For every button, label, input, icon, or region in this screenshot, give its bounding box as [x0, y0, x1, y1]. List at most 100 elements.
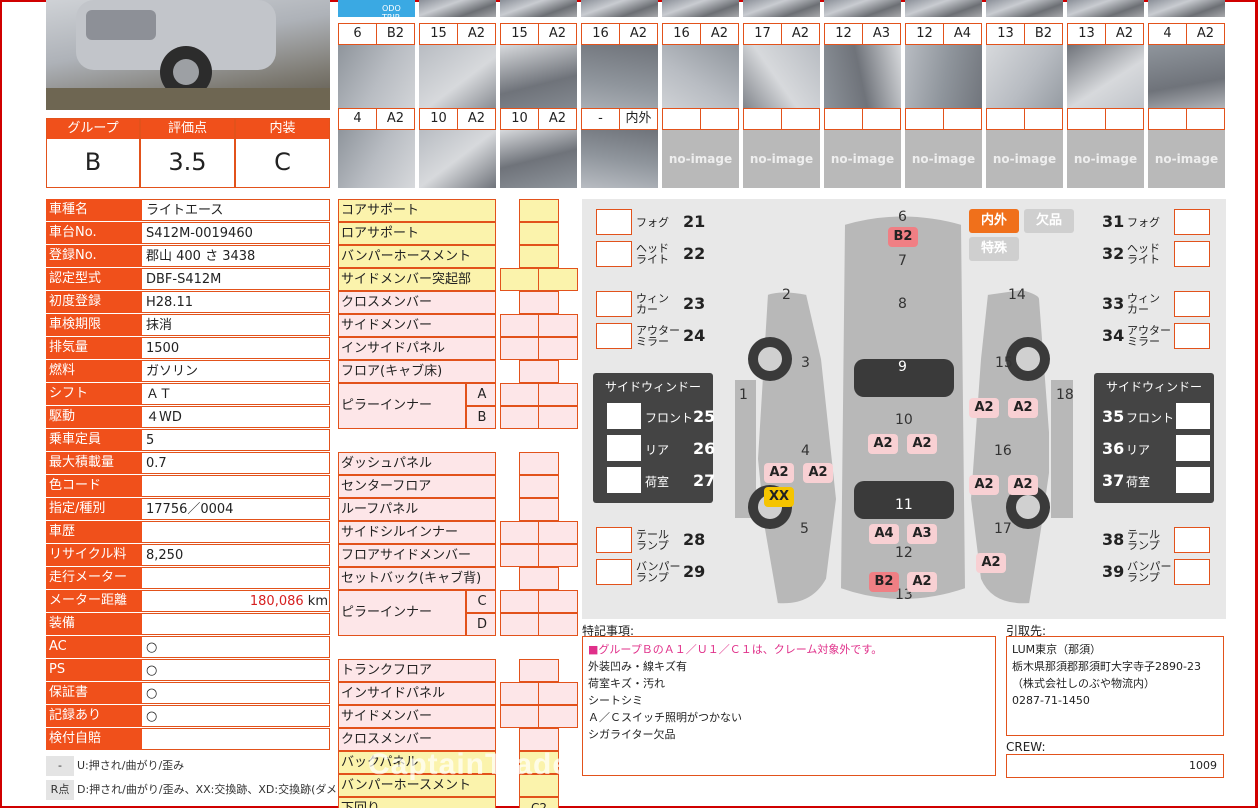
damage-mark[interactable]: A2: [969, 398, 999, 418]
part-value-cell[interactable]: [538, 613, 578, 636]
photo-thumb-top-row[interactable]: [905, 0, 982, 17]
side-window-check[interactable]: [607, 435, 641, 461]
legend-tag: -: [46, 756, 74, 776]
naigai-button[interactable]: 内外: [969, 209, 1019, 233]
tokushu-button[interactable]: 特殊: [969, 237, 1019, 261]
photo-damage-code: A2: [538, 24, 576, 44]
right-lamp-check[interactable]: [1174, 291, 1210, 317]
damage-photo-thumbnail[interactable]: [338, 130, 415, 188]
damage-mark[interactable]: A2: [907, 434, 937, 454]
photo-label-header: [905, 108, 982, 130]
damage-mark[interactable]: B2: [869, 572, 899, 592]
damage-mark[interactable]: A2: [907, 572, 937, 592]
part-value-cell[interactable]: [538, 268, 578, 291]
left-lamp-check[interactable]: [596, 241, 632, 267]
part-value-cell[interactable]: [519, 291, 559, 314]
left-lamp-check[interactable]: [596, 559, 632, 585]
part-value-cell[interactable]: [500, 544, 539, 567]
damage-mark[interactable]: A2: [969, 475, 999, 495]
part-value-cell[interactable]: [538, 705, 578, 728]
part-value-cell[interactable]: [500, 613, 539, 636]
part-value-cell[interactable]: [519, 360, 559, 383]
no-image-placeholder: no-image: [986, 130, 1063, 188]
spec-key: 保証書: [46, 682, 142, 704]
side-window-check[interactable]: [1176, 467, 1210, 493]
part-value-cell[interactable]: [538, 544, 578, 567]
main-car-photo[interactable]: [46, 0, 330, 110]
part-value-cell[interactable]: [538, 682, 578, 705]
damage-mark[interactable]: A2: [1008, 398, 1038, 418]
part-value-cell[interactable]: [519, 567, 559, 590]
damage-mark[interactable]: A2: [803, 463, 833, 483]
photo-thumb-top-row[interactable]: [986, 0, 1063, 17]
damage-mark[interactable]: A2: [1008, 475, 1038, 495]
photo-thumb-top-row[interactable]: [419, 0, 496, 17]
part-value-cell[interactable]: [500, 406, 539, 429]
spec-row: 色コード: [46, 475, 330, 498]
part-value-cell[interactable]: [519, 498, 559, 521]
part-value-cell[interactable]: [538, 406, 578, 429]
part-value-cell[interactable]: [538, 590, 578, 613]
part-value-cell[interactable]: [519, 659, 559, 682]
spec-key: シフト: [46, 383, 142, 405]
part-name-cell: フロア(キャブ床): [338, 360, 496, 383]
photo-thumb-top-row[interactable]: [824, 0, 901, 17]
part-value-cell[interactable]: [500, 314, 539, 337]
part-value-cell[interactable]: [500, 590, 539, 613]
side-window-check[interactable]: [607, 403, 641, 429]
photo-thumb-top-row[interactable]: [1148, 0, 1225, 17]
part-value-cell[interactable]: [538, 337, 578, 360]
left-lamp-check[interactable]: [596, 209, 632, 235]
right-lamp-check[interactable]: [1174, 559, 1210, 585]
photo-thumb-top-row[interactable]: [662, 0, 739, 17]
damage-mark[interactable]: A2: [764, 463, 794, 483]
spec-value: [142, 567, 330, 589]
part-value-cell[interactable]: [519, 452, 559, 475]
left-lamp-check[interactable]: [596, 323, 632, 349]
part-value-cell[interactable]: [500, 705, 539, 728]
pillar-sub-label: D: [466, 613, 496, 636]
right-lamp-check[interactable]: [1174, 527, 1210, 553]
spec-value: H28.11: [142, 291, 330, 313]
side-window-check[interactable]: [607, 467, 641, 493]
part-value-cell[interactable]: [500, 268, 539, 291]
side-window-title: サイドウィンドー: [1105, 380, 1202, 394]
photo-thumb-top-row[interactable]: [1067, 0, 1144, 17]
part-value-cell[interactable]: C2: [519, 797, 559, 808]
spec-key: 記録あり: [46, 705, 142, 727]
photo-thumb-top-row[interactable]: [500, 0, 577, 17]
part-value-cell[interactable]: [500, 521, 539, 544]
right-lamp-number: 34: [1102, 326, 1125, 345]
part-name-cell: ピラーインナー: [338, 383, 466, 429]
side-window-check[interactable]: [1176, 403, 1210, 429]
damage-photo-thumbnail[interactable]: [500, 130, 577, 188]
ketsuhin-button[interactable]: 欠品: [1024, 209, 1074, 233]
photo-thumb-top-row[interactable]: [743, 0, 820, 17]
right-lamp-check[interactable]: [1174, 323, 1210, 349]
part-value-cell[interactable]: [500, 682, 539, 705]
photo-thumb-top-row[interactable]: ODO TRIP: [338, 0, 415, 17]
damage-mark[interactable]: A2: [976, 553, 1006, 573]
left-lamp-check[interactable]: [596, 527, 632, 553]
part-value-cell[interactable]: [519, 245, 559, 268]
part-value-cell[interactable]: [538, 314, 578, 337]
part-value-cell[interactable]: [519, 475, 559, 498]
side-window-check[interactable]: [1176, 435, 1210, 461]
damage-mark[interactable]: A4: [869, 524, 899, 544]
part-value-cell[interactable]: [538, 521, 578, 544]
damage-mark[interactable]: B2: [888, 227, 918, 247]
part-value-cell[interactable]: [519, 222, 559, 245]
photo-thumb-top-row[interactable]: [581, 0, 658, 17]
damage-photo-thumbnail[interactable]: [419, 130, 496, 188]
part-value-cell[interactable]: [500, 383, 539, 406]
damage-mark[interactable]: A2: [868, 434, 898, 454]
damage-photo-thumbnail[interactable]: [581, 130, 658, 188]
damage-mark[interactable]: A3: [907, 524, 937, 544]
damage-mark[interactable]: XX: [764, 487, 794, 507]
right-lamp-check[interactable]: [1174, 209, 1210, 235]
part-value-cell[interactable]: [519, 199, 559, 222]
right-lamp-check[interactable]: [1174, 241, 1210, 267]
part-value-cell[interactable]: [538, 383, 578, 406]
part-value-cell[interactable]: [500, 337, 539, 360]
left-lamp-check[interactable]: [596, 291, 632, 317]
